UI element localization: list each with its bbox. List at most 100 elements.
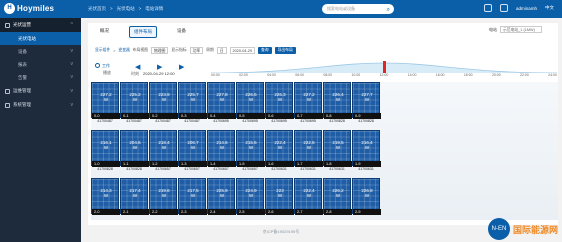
solar-panel[interactable]: 222.6 W 1-7 41700631 [294, 130, 323, 175]
footer-icp[interactable]: 京ICP备19029195号 [0, 229, 562, 235]
solar-panel[interactable]: 225.2 W 0-1 41700487 [120, 82, 149, 127]
solar-panel[interactable]: 227.8 W 0-4 41700695 [207, 82, 236, 127]
metric-select[interactable]: 功率 [189, 47, 204, 54]
panel-id: 2-0 [92, 209, 120, 215]
top-crumb-1[interactable]: 光伏首页 [88, 6, 106, 12]
solar-panel[interactable]: 219.5 W 1-8 41700631 [323, 130, 352, 175]
panel-serial: 41700695 [213, 119, 229, 123]
solar-panel[interactable]: 224.9 W 2-5 [236, 178, 265, 220]
query-button[interactable]: 查询 [257, 47, 272, 54]
panel-id: 2-1 [121, 209, 149, 215]
panel-serial: 41700657 [155, 167, 171, 171]
panel-id: 2-7 [295, 209, 323, 215]
panel-serial: 41700487 [97, 119, 113, 123]
search-icon[interactable]: ⌕ [387, 5, 390, 15]
panel-power-unit: W [161, 193, 167, 198]
sidebar-item-devices[interactable]: 设备 v [0, 45, 81, 58]
time-axis[interactable]: 00:00 02:00 04:00 06:00 08:00 10:00 12:00 14:00… [210, 61, 558, 79]
date-picker[interactable]: 2020-04-29 [229, 47, 255, 54]
time-cursor[interactable] [382, 61, 386, 73]
solar-panel[interactable]: 225.7 W 0-3 41700487 [178, 82, 207, 127]
solar-panel[interactable]: 225.9 W 2-4 [207, 178, 236, 220]
solar-panel[interactable]: 226.5 W 0-5 41700695 [236, 82, 265, 127]
panel-power: 227.2 W [295, 92, 323, 102]
time-tick: 00:00 [211, 73, 220, 77]
solar-panel[interactable]: 222.4 W 2-7 [294, 178, 323, 220]
export-button[interactable]: 导出布局 [274, 47, 296, 54]
solar-panel[interactable]: 206.7 W 1-3 41700657 [178, 130, 207, 175]
solar-panel[interactable]: 226.8 W 2-9 [352, 178, 381, 220]
solar-panel[interactable]: 214.3 W 2-0 [91, 178, 120, 220]
solar-panel[interactable]: 216.1 W 1-0 41700828 [91, 130, 120, 175]
panel-power-unit: W [248, 145, 254, 150]
panel-power-unit: W [190, 97, 196, 102]
language-switch[interactable]: 中文 [545, 5, 554, 11]
solar-panel[interactable]: 214.6 W 1-4 41700657 [207, 130, 236, 175]
chevron-down-icon: v [70, 74, 74, 80]
next-icon[interactable]: ▶ [179, 63, 184, 71]
logo[interactable]: H Hoymiles [4, 3, 54, 14]
tab-overview[interactable]: 概况 [96, 26, 113, 38]
solar-panel[interactable]: 227.2 W 0-7 41700695 [294, 82, 323, 127]
previous-icon[interactable]: ◀ [135, 63, 140, 71]
solar-panel[interactable]: 216.4 W 1-9 41700631 [352, 130, 381, 175]
sidebar-section-pv[interactable]: 光伏运营 ^ [0, 18, 81, 32]
play-icon[interactable]: ▶ [157, 63, 162, 71]
notification-icon[interactable] [483, 4, 492, 12]
panel-id: 2-9 [353, 209, 381, 215]
panel-cell: 227.2 W 0-0 [91, 82, 120, 119]
filter-bar: 显示组件 > 逆变器 布局视图 物理图 显示指标 功率 周期 日 2020-04-… [95, 47, 296, 54]
filter-crumb-2[interactable]: 逆变器 [118, 48, 129, 53]
panel-serial: 41700828 [329, 119, 345, 123]
panel-serial: 41700828 [358, 119, 374, 123]
solar-panel[interactable]: 219.6 W 2-2 [149, 178, 178, 220]
solar-panel[interactable]: 226.3 W 0-6 41700695 [265, 82, 294, 127]
search-input[interactable]: 搜索电站或设备 ⌕ [322, 4, 394, 14]
solar-panel[interactable]: 222.4 W 1-6 41700631 [265, 130, 294, 175]
solar-panel[interactable]: 218.4 W 1-2 41700657 [149, 130, 178, 175]
panel-power: 214.6 W [208, 140, 236, 150]
solar-panel[interactable]: 217.5 W 2-3 [178, 178, 207, 220]
top-crumb-3[interactable]: 电站详情 [145, 6, 163, 12]
time-tick: 12:00 [379, 73, 389, 77]
solar-panel[interactable]: 226.4 W 0-8 41700828 [323, 82, 352, 127]
sidebar-section-ops[interactable]: 运维管理 v [0, 84, 81, 98]
solar-panel[interactable]: 204.6 W 1-1 41700828 [120, 130, 149, 175]
solar-panel[interactable]: 217.4 W 2-1 [120, 178, 149, 220]
mode-label: 工作 [102, 63, 110, 68]
time-tick: 02:00 [239, 73, 248, 77]
solar-panel[interactable]: 226.2 W 2-8 [323, 178, 352, 220]
solar-panel[interactable]: 223 W 2-6 [265, 178, 294, 220]
tab-layout[interactable]: 组件布局 [129, 26, 157, 38]
sidebar-item-alarms[interactable]: 告警 v [0, 71, 81, 84]
solar-panel[interactable]: 227.7 W 0-9 41700828 [352, 82, 381, 127]
metric-label: 显示指标 [171, 48, 187, 52]
view-select[interactable]: 物理图 [150, 47, 169, 54]
message-icon[interactable] [499, 4, 508, 12]
panel-power-unit: W [161, 97, 167, 102]
period-select[interactable]: 日 [216, 47, 227, 54]
panel-power-unit: W [219, 97, 225, 102]
time-tick: 06:00 [295, 73, 305, 77]
panel-power-unit: W [103, 193, 109, 198]
sidebar-item-reports[interactable]: 报表 v [0, 58, 81, 71]
solar-panel[interactable]: 215.5 W 1-5 41700657 [236, 130, 265, 175]
panel-power: 226.4 W [324, 92, 352, 102]
mode-radio[interactable]: 工作 [95, 63, 110, 69]
panel-power: 219.5 W [324, 140, 352, 150]
solar-panel[interactable]: 227.2 W 0-0 41700487 [91, 82, 120, 127]
sidebar-item-label: 设备 [18, 49, 27, 54]
chevron-down-icon: v [70, 61, 74, 67]
panel-id: 2-4 [208, 209, 236, 215]
filter-crumb-1[interactable]: 显示组件 [95, 48, 110, 53]
time-tick: 10:00 [351, 73, 361, 77]
solar-panel[interactable]: 223.9 W 0-2 41700487 [149, 82, 178, 127]
user-name[interactable]: adminamh [516, 6, 537, 11]
panel-cell: 215.5 W 1-5 [236, 130, 265, 167]
tab-devices[interactable]: 设备 [173, 26, 190, 38]
top-crumb-2[interactable]: 光伏电站 [117, 6, 135, 12]
sidebar-item-stations[interactable]: 光伏电站 [0, 32, 81, 45]
sidebar-section-system[interactable]: 系统管理 v [0, 98, 81, 112]
time-tick: 20:00 [491, 73, 501, 77]
site-select[interactable]: 示范电站_1 (1MW) [500, 26, 542, 33]
